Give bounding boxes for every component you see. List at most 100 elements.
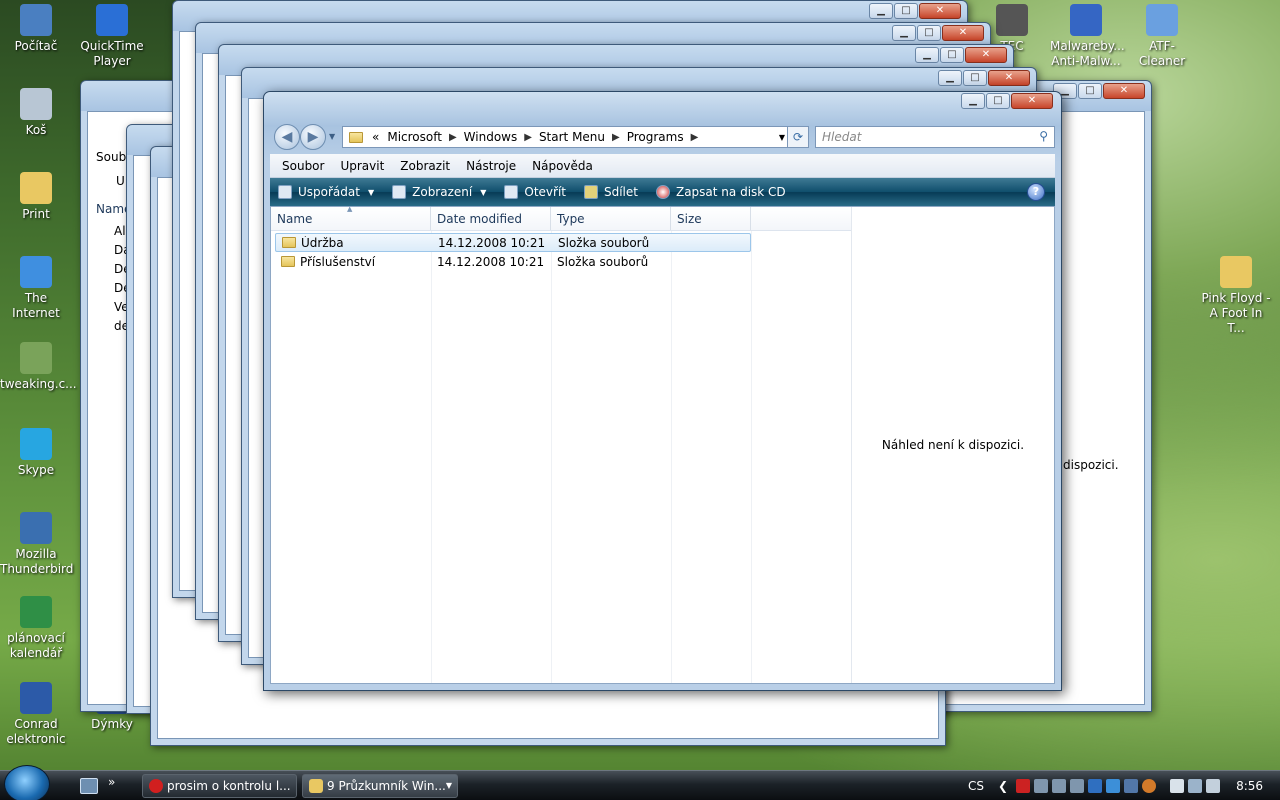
acrobat-tray-icon[interactable] (1016, 779, 1031, 793)
menu-bar: Soubor Upravit Zobrazit Nástroje Nápověd… (270, 154, 1055, 178)
desktop-icon-right-1[interactable]: Malwareby... Anti-Malw... (1050, 4, 1125, 69)
background-menu-fragment: Soub (96, 150, 127, 164)
share-icon (583, 185, 598, 199)
menu-zobrazit[interactable]: Zobrazit (392, 159, 458, 173)
app-tray-icon[interactable] (1106, 779, 1121, 793)
thunderbird-icon (20, 512, 52, 544)
recent-pages-dropdown-icon[interactable]: ▼ (329, 132, 335, 141)
open-button[interactable]: Otevřít (504, 185, 566, 199)
column-header-type[interactable]: Type (551, 207, 671, 230)
breadcrumb-start-menu[interactable]: Start Menu (535, 130, 609, 144)
desktop-icon-left-2[interactable]: Koš (0, 88, 72, 138)
burn-cd-label: Zapsat na disk CD (675, 185, 786, 199)
chevron-right-icon[interactable]: ▶ (521, 132, 535, 143)
internet-explorer-icon (20, 256, 52, 288)
background-row-fragment: Al (114, 224, 126, 238)
desktop-icon-left-7[interactable]: Mozilla Thunderbird (0, 512, 73, 577)
word-icon (20, 682, 52, 714)
maximize-button[interactable]: □ (986, 93, 1010, 109)
app-tray-icon[interactable] (1124, 779, 1139, 793)
forward-button[interactable]: ▶ (300, 124, 326, 150)
desktop-icon-left-9[interactable]: Conrad elektronic (0, 682, 72, 747)
desktop-icon-left-8[interactable]: plánovací kalendář (0, 596, 72, 661)
desktop-icon-left-4[interactable]: The Internet (0, 256, 72, 321)
network-tray-icon[interactable] (1070, 779, 1085, 793)
share-button[interactable]: Sdílet (583, 185, 638, 199)
taskbar-button-opera[interactable]: prosim o kontrolu l... (142, 774, 297, 798)
chevron-right-icon[interactable]: ▶ (688, 132, 702, 143)
open-label: Otevřít (524, 185, 566, 199)
file-name: Údržba (301, 235, 344, 250)
folder-icon (282, 236, 296, 248)
folder-icon (1220, 256, 1252, 288)
desktop-icon-label: Print (22, 207, 50, 221)
column-header-date-modified[interactable]: Date modified (431, 207, 551, 230)
atf-cleaner-icon (1146, 4, 1178, 36)
column-header-size[interactable]: Size (671, 207, 751, 230)
group-dropdown-icon: ▼ (445, 781, 452, 790)
tray-expand-icon[interactable]: ❮ (998, 779, 1008, 793)
taskbar-button-explorer-group[interactable]: 9 Průzkumník Win... ▼ (302, 774, 458, 798)
app-tray-icon[interactable] (1142, 779, 1157, 793)
volume-icon[interactable] (1206, 779, 1221, 793)
menu-nastroje[interactable]: Nástroje (458, 159, 524, 173)
minimize-button[interactable]: ▁ (961, 93, 985, 109)
network-status-icon[interactable] (1188, 779, 1203, 793)
monitor-tray-icon[interactable] (1034, 779, 1049, 793)
start-button[interactable] (4, 765, 50, 800)
search-input[interactable]: Hledat ⚲ (815, 126, 1055, 148)
taskbar-button-label: 9 Průzkumník Win... (327, 779, 446, 793)
tool-tray-icon[interactable] (1052, 779, 1067, 793)
menu-napoveda[interactable]: Nápověda (524, 159, 601, 173)
desktop-icon-right-2[interactable]: ATF-Cleaner (1126, 4, 1198, 69)
back-button[interactable]: ◀ (274, 124, 300, 150)
desktop-icon-left-5[interactable]: tweaking.c... (0, 342, 77, 392)
desktop-icon-label: plánovací kalendář (7, 631, 65, 660)
column-divider (551, 231, 552, 683)
file-list-pane[interactable]: Name Date modified Type Size ▲ Údržba 14… (270, 205, 1055, 684)
desktop-icon-right-3[interactable]: Pink Floyd - A Foot In T... (1200, 256, 1272, 336)
sort-indicator-icon: ▲ (347, 205, 353, 213)
command-bar: Uspořádat ▼ Zobrazení ▼ Otevřít Sdílet Zap… (270, 178, 1055, 206)
sidebar-tray-icon[interactable] (1170, 779, 1185, 793)
burn-cd-button[interactable]: Zapsat na disk CD (655, 185, 786, 199)
column-divider (671, 231, 672, 683)
breadcrumb-windows[interactable]: Windows (460, 130, 522, 144)
desktop-icon-label: Počítač (14, 39, 58, 53)
organize-button[interactable]: Uspořádat ▼ (278, 185, 374, 199)
desktop-icon-label: Conrad elektronic (6, 717, 66, 746)
explorer-window[interactable]: ▁ □ ✕ ◀ ▶ ▼ « Microsoft ▶ Windows ▶ Start … (263, 91, 1062, 691)
address-dropdown-icon[interactable]: ▼ (779, 133, 785, 142)
search-icon[interactable]: ⚲ (1039, 129, 1048, 143)
views-icon (392, 185, 407, 199)
desktop-icon-left-3[interactable]: Print (0, 172, 72, 222)
desktop-icon-left-6[interactable]: Skype (0, 428, 72, 478)
taskbar: » prosim o kontrolu l... 9 Průzkumník Wi… (0, 765, 1280, 800)
recycle-bin-icon (20, 88, 52, 120)
help-icon[interactable]: ? (1027, 183, 1045, 201)
menu-upravit[interactable]: Upravit (332, 159, 392, 173)
views-button[interactable]: Zobrazení ▼ (392, 185, 486, 199)
show-desktop-icon[interactable] (80, 778, 98, 794)
desktop-icon-left-0[interactable]: Počítač (0, 4, 72, 54)
desktop-icon-left-1[interactable]: QuickTime Player (76, 4, 148, 69)
file-row-udrzba[interactable]: Údržba 14.12.2008 10:21 Složka souborů (275, 233, 751, 252)
language-indicator[interactable]: CS (968, 779, 984, 793)
breadcrumb-programs[interactable]: Programs (623, 130, 688, 144)
breadcrumb-microsoft[interactable]: Microsoft (383, 130, 446, 144)
folder-icon (349, 131, 363, 143)
address-bar[interactable]: « Microsoft ▶ Windows ▶ Start Menu ▶ Progra… (342, 126, 792, 148)
chevron-right-icon[interactable]: ▶ (446, 132, 460, 143)
menu-soubor[interactable]: Soubor (274, 159, 332, 173)
refresh-button[interactable]: ⟳ (787, 126, 809, 148)
file-row-prislusenstvi[interactable]: Příslušenství 14.12.2008 10:21 Složka so… (275, 252, 751, 271)
close-button[interactable]: ✕ (1011, 93, 1053, 109)
system-tray: CS ❮ 8:56 (948, 771, 1280, 800)
background-cmd-fragment: U (116, 174, 125, 188)
address-overflow[interactable]: « (368, 130, 383, 144)
quick-launch-more-icon[interactable]: » (108, 775, 115, 789)
chevron-right-icon[interactable]: ▶ (609, 132, 623, 143)
app-tray-icon[interactable] (1088, 779, 1103, 793)
desktop-icon-label: QuickTime Player (80, 39, 144, 68)
clock[interactable]: 8:56 (1236, 779, 1263, 793)
